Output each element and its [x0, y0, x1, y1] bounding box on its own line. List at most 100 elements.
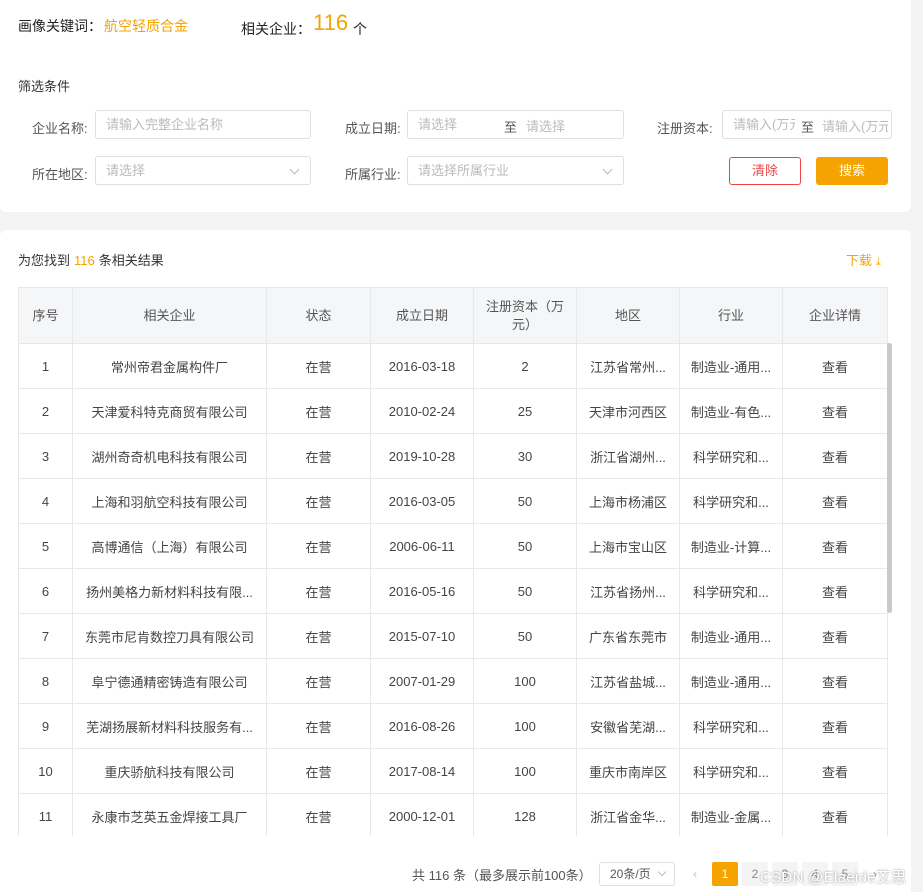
view-detail-link[interactable]: 查看	[782, 343, 888, 389]
column-header: 地区	[576, 287, 680, 344]
capital-max-input[interactable]: 请输入(万元)	[822, 116, 888, 135]
keyword-value: 航空轻质合金	[104, 18, 188, 34]
company-link[interactable]: 扬州美格力新材料科技有限...	[72, 568, 267, 614]
page-button-1[interactable]: 1	[712, 862, 738, 886]
table-row: 7 东莞市尼肯数控刀具有限公司 在营 2015-07-10 50 广东省东莞市 制造业-通用…	[18, 613, 888, 659]
view-detail-link[interactable]: 查看	[782, 433, 888, 479]
filter-title: 筛选条件	[18, 79, 71, 94]
cell-status: 在营	[266, 748, 371, 794]
company-link[interactable]: 东莞市尼肯数控刀具有限公司	[72, 613, 267, 659]
company-link[interactable]: 阜宁德通精密铸造有限公司	[72, 658, 267, 704]
cell-industry: 科学研究和...	[679, 478, 783, 524]
company-link[interactable]: 高博通信（上海）有限公司	[72, 523, 267, 569]
cell-industry: 制造业-通用...	[679, 343, 783, 389]
cell-no: 9	[18, 703, 73, 749]
cell-capital: 50	[473, 523, 577, 569]
cell-region: 天津市河西区	[576, 388, 680, 434]
company-link[interactable]: 芜湖扬展新材料科技服务有...	[72, 703, 267, 749]
table-scrollbar[interactable]	[887, 343, 892, 613]
related-unit: 个	[353, 21, 367, 37]
table-row: 3 湖州奇奇机电科技有限公司 在营 2019-10-28 30 浙江省湖州... 科学研究和…	[18, 433, 888, 479]
cell-capital: 30	[473, 433, 577, 479]
page-size-value: 20条/页	[610, 867, 651, 881]
cell-status: 在营	[266, 523, 371, 569]
found-count: 116	[74, 253, 95, 268]
cell-industry: 制造业-通用...	[679, 613, 783, 659]
company-name-input[interactable]: 请输入完整企业名称	[95, 110, 311, 139]
cell-no: 10	[18, 748, 73, 794]
cell-industry: 制造业-金属...	[679, 793, 783, 839]
industry-placeholder: 请选择所属行业	[418, 163, 510, 178]
cell-region: 上海市宝山区	[576, 523, 680, 569]
company-link[interactable]: 天津爱科特克商贸有限公司	[72, 388, 267, 434]
download-button[interactable]: 下载 ⤓	[846, 250, 881, 269]
cell-industry: 科学研究和...	[679, 568, 783, 614]
date-start-input[interactable]: 请选择	[418, 117, 457, 132]
view-detail-link[interactable]: 查看	[782, 478, 888, 524]
found-date-label: 成立日期:	[345, 121, 401, 136]
cell-no: 2	[18, 388, 73, 434]
cell-status: 在营	[266, 478, 371, 524]
company-name-label: 企业名称:	[32, 121, 88, 136]
company-link[interactable]: 湖州奇奇机电科技有限公司	[72, 433, 267, 479]
found-prefix: 为您找到	[18, 253, 71, 268]
cell-status: 在营	[266, 658, 371, 704]
cell-capital: 100	[473, 748, 577, 794]
prev-page-button[interactable]: ‹	[682, 862, 708, 886]
pagination-total: 共 116 条（最多展示前100条）	[412, 868, 592, 883]
search-button[interactable]: 搜索	[816, 157, 888, 185]
column-header: 状态	[266, 287, 371, 344]
chevron-down-icon	[657, 867, 667, 877]
view-detail-link[interactable]: 查看	[782, 568, 888, 614]
chevron-down-icon	[289, 164, 300, 175]
column-header: 成立日期	[370, 287, 474, 344]
clear-button[interactable]: 清除	[729, 157, 801, 185]
cell-status: 在营	[266, 433, 371, 479]
cell-date: 2007-01-29	[370, 658, 474, 704]
cell-date: 2016-05-16	[370, 568, 474, 614]
cell-date: 2006-06-11	[370, 523, 474, 569]
view-detail-link[interactable]: 查看	[782, 748, 888, 794]
results-count-text: 为您找到 116 条相关结果	[18, 250, 164, 269]
view-detail-link[interactable]: 查看	[782, 388, 888, 434]
company-link[interactable]: 重庆骄航科技有限公司	[72, 748, 267, 794]
view-detail-link[interactable]: 查看	[782, 793, 888, 839]
cell-capital: 100	[473, 703, 577, 749]
cell-status: 在营	[266, 613, 371, 659]
date-end-input[interactable]: 请选择	[526, 116, 565, 135]
cell-industry: 科学研究和...	[679, 703, 783, 749]
cell-industry: 制造业-计算...	[679, 523, 783, 569]
cell-no: 1	[18, 343, 73, 389]
cell-no: 11	[18, 793, 73, 839]
cell-date: 2017-08-14	[370, 748, 474, 794]
column-header: 注册资本（万元）	[473, 287, 577, 344]
page-size-select[interactable]: 20条/页	[599, 862, 675, 886]
company-link[interactable]: 常州帝君金属构件厂	[72, 343, 267, 389]
capital-min-input[interactable]: 请输入(万元)	[733, 111, 795, 138]
view-detail-link[interactable]: 查看	[782, 523, 888, 569]
cell-region: 江苏省扬州...	[576, 568, 680, 614]
capital-range-separator: 至	[801, 120, 815, 135]
table-row: 8 阜宁德通精密铸造有限公司 在营 2007-01-29 100 江苏省盐城... 制造业-…	[18, 658, 888, 704]
download-icon: ⤓	[876, 256, 881, 268]
column-header: 企业详情	[782, 287, 888, 344]
view-detail-link[interactable]: 查看	[782, 658, 888, 704]
cell-industry: 制造业-有色...	[679, 388, 783, 434]
related-count: 116	[313, 10, 349, 35]
download-label: 下载	[846, 253, 873, 268]
industry-select[interactable]: 请选择所属行业	[407, 156, 624, 185]
cell-date: 2010-02-24	[370, 388, 474, 434]
cell-industry: 制造业-通用...	[679, 658, 783, 704]
view-detail-link[interactable]: 查看	[782, 613, 888, 659]
cell-date: 2000-12-01	[370, 793, 474, 839]
cell-capital: 50	[473, 478, 577, 524]
cell-no: 4	[18, 478, 73, 524]
cell-date: 2015-07-10	[370, 613, 474, 659]
column-header: 行业	[679, 287, 783, 344]
company-link[interactable]: 永康市芝英五金焊接工具厂	[72, 793, 267, 839]
watermark: CSDN @Elaeide艾思	[760, 869, 907, 886]
cell-status: 在营	[266, 388, 371, 434]
view-detail-link[interactable]: 查看	[782, 703, 888, 749]
company-link[interactable]: 上海和羽航空科技有限公司	[72, 478, 267, 524]
region-select[interactable]: 请选择	[95, 156, 311, 185]
